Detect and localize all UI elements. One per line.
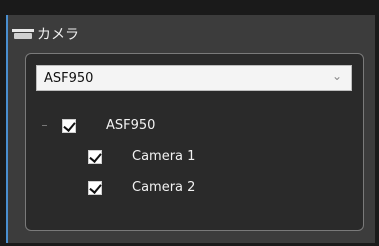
- tree-node-root[interactable]: ASF950: [42, 118, 155, 133]
- panel-header: カメラ: [12, 24, 79, 44]
- chevron-down-icon[interactable]: ⌄: [332, 69, 342, 83]
- tree-node-camera-1-label: Camera 1: [132, 149, 196, 164]
- tree-node-camera-2-label: Camera 2: [132, 180, 196, 195]
- camera-icon: [12, 28, 34, 40]
- site-select[interactable]: ASF950 ⌄: [36, 65, 352, 91]
- camera-tree-container: ASF950 ⌄ ASF950 Camera 1 Camera 2: [25, 53, 364, 231]
- tree-node-root-label: ASF950: [106, 118, 156, 133]
- tree-expander[interactable]: [42, 125, 47, 126]
- tree-node-camera-2[interactable]: Camera 2: [88, 180, 195, 195]
- camera-2-checkbox[interactable]: [88, 180, 102, 195]
- root-checkbox[interactable]: [62, 118, 76, 133]
- camera-panel: カメラ ASF950 ⌄ ASF950 Camera 1 Camera 2: [6, 15, 375, 243]
- site-select-value: ASF950: [44, 70, 94, 86]
- camera-1-checkbox[interactable]: [88, 149, 102, 164]
- tree-node-camera-1[interactable]: Camera 1: [88, 149, 195, 164]
- panel-title: カメラ: [37, 27, 79, 43]
